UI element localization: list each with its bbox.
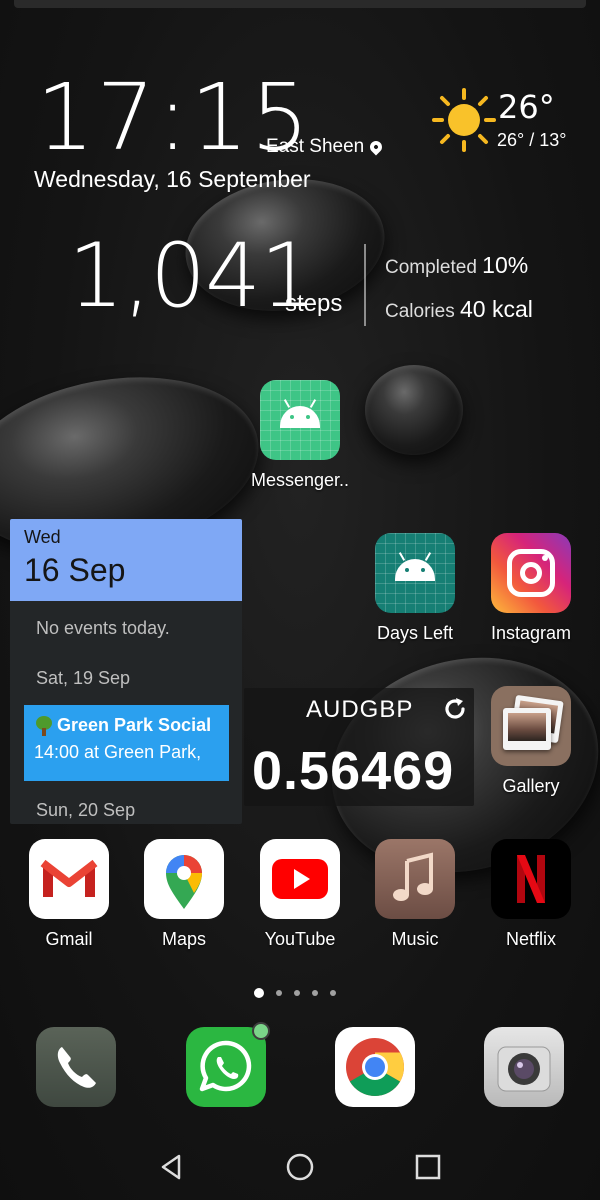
gallery-icon (491, 686, 571, 766)
event-title: Green Park Social (57, 715, 212, 735)
page-dot[interactable] (330, 990, 336, 996)
calendar-event[interactable]: Green Park Social 14:00 at Green Park, (24, 705, 229, 781)
instagram-icon (491, 533, 571, 613)
currency-value: 0.56469 (252, 741, 455, 801)
app-days-left[interactable]: Days Left (360, 533, 470, 644)
back-icon[interactable] (157, 1152, 187, 1182)
event-detail: 14:00 at Green Park, (34, 742, 202, 762)
weather-temperature[interactable]: 26° (498, 88, 555, 126)
steps-label: steps (285, 290, 343, 317)
completed-stat: Completed 10% (385, 252, 528, 279)
completed-label: Completed (385, 257, 477, 278)
netflix-icon (491, 839, 571, 919)
tree-icon (34, 715, 54, 736)
steps-count[interactable]: 1,041 (68, 232, 316, 320)
calendar-header[interactable]: Wed 16 Sep (10, 519, 242, 601)
refresh-icon[interactable] (442, 696, 468, 722)
currency-widget[interactable]: AUDGBP 0.56469 (244, 688, 474, 806)
calories-label: Calories (385, 301, 455, 322)
app-label: Music (391, 929, 439, 949)
gmail-icon (29, 839, 109, 919)
music-note-icon (375, 839, 455, 919)
sun-icon[interactable] (432, 88, 496, 152)
app-youtube[interactable]: YouTube (245, 839, 355, 950)
health-divider (364, 244, 366, 326)
app-label: Netflix (505, 929, 556, 949)
whatsapp-icon[interactable] (186, 1027, 266, 1107)
calendar-day: Wed (24, 527, 61, 547)
location-pin-icon (367, 138, 385, 156)
chrome-icon[interactable] (335, 1027, 415, 1107)
weather-range: 26° / 13° (497, 130, 567, 150)
app-netflix[interactable]: Netflix (476, 839, 586, 950)
android-icon (375, 533, 455, 613)
page-dot[interactable] (294, 990, 300, 996)
calendar-day-heading: Sat, 19 Sep (36, 668, 131, 688)
clock-location[interactable]: East Sheen (266, 136, 385, 158)
completed-value: 10% (482, 252, 529, 278)
recents-icon[interactable] (413, 1152, 443, 1182)
location-label: East Sheen (266, 136, 365, 157)
status-bar (14, 0, 586, 8)
app-music[interactable]: Music (360, 839, 470, 950)
calendar-widget[interactable]: Wed 16 Sep No events today. Sat, 19 Sep … (10, 519, 242, 824)
notification-badge (252, 1022, 270, 1040)
page-indicator[interactable] (254, 988, 336, 998)
calories-value: 40 kcal (459, 296, 533, 322)
app-label: Messenger.. (250, 470, 350, 490)
calendar-no-events: No events today. (36, 618, 170, 638)
app-label: Days Left (376, 623, 454, 643)
calendar-date: 16 Sep (24, 552, 126, 588)
app-label: Maps (161, 929, 206, 949)
currency-pair: AUDGBP (306, 696, 414, 723)
youtube-icon (260, 839, 340, 919)
home-icon[interactable] (285, 1152, 315, 1182)
app-gallery[interactable]: Gallery (476, 686, 586, 797)
page-dot[interactable] (312, 990, 318, 996)
calendar-day-heading: Sun, 20 Sep (36, 800, 136, 820)
app-instagram[interactable]: Instagram (476, 533, 586, 644)
app-gmail[interactable]: Gmail (14, 839, 124, 950)
app-maps[interactable]: Maps (129, 839, 239, 950)
page-dot[interactable] (254, 988, 264, 998)
clock-date[interactable]: Wednesday, 16 September (34, 166, 311, 193)
maps-icon (144, 839, 224, 919)
app-label: Gmail (45, 929, 93, 949)
camera-icon[interactable] (484, 1027, 564, 1107)
page-dot[interactable] (276, 990, 282, 996)
app-label: YouTube (264, 929, 336, 949)
app-messenger[interactable]: Messenger.. (245, 380, 355, 491)
android-icon (260, 380, 340, 460)
app-label: Instagram (490, 623, 572, 643)
app-label: Gallery (502, 776, 560, 796)
navigation-bar (0, 1130, 600, 1200)
phone-icon[interactable] (36, 1027, 116, 1107)
calories-stat: Calories 40 kcal (385, 296, 533, 323)
